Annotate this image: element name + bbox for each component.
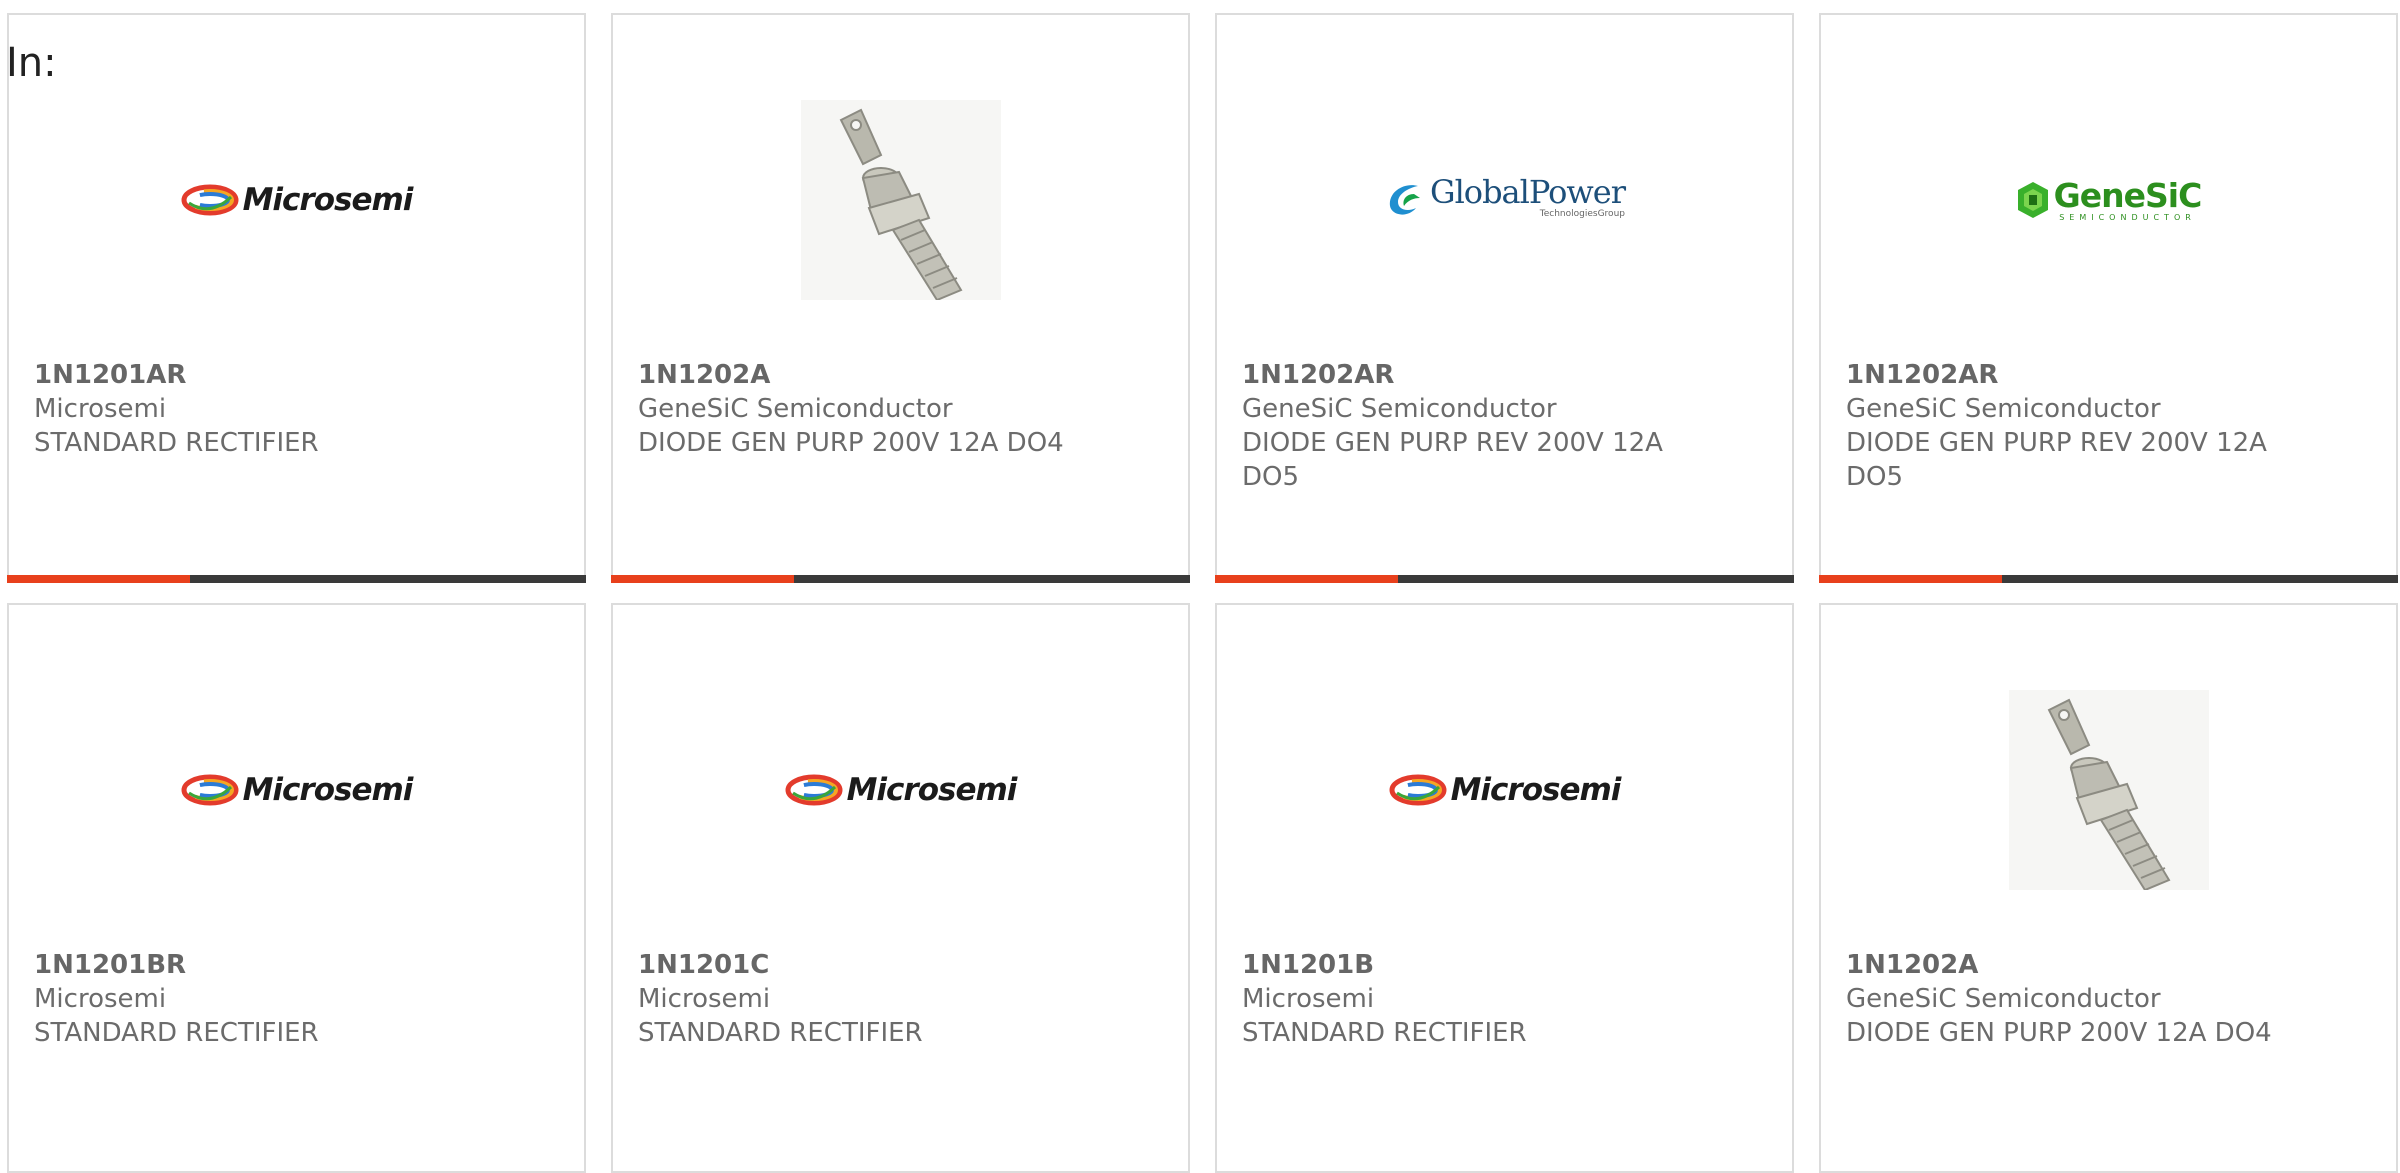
part-number[interactable]: 1N1202AR [1242,358,1672,392]
description: STANDARD RECTIFIER [638,1018,923,1048]
manufacturer: Microsemi [638,984,771,1014]
product-card[interactable]: Microsemi 1N1201C Microsemi STANDARD REC… [611,603,1190,1173]
part-number[interactable]: 1N1201BR [34,948,464,982]
part-number[interactable]: 1N1201C [638,948,1068,982]
microsemi-swirl-icon [181,774,239,806]
manufacturer: GeneSiC Semiconductor [1846,984,2161,1014]
description: DIODE GEN PURP 200V 12A DO4 [638,428,1064,458]
logo-text: Microsemi [846,772,1018,808]
microsemi-swirl-icon [785,774,843,806]
product-card[interactable]: GlobalPower TechnologiesGroup 1N1202AR G… [1215,13,1794,583]
product-card[interactable]: Microsemi 1N1201BR Microsemi STANDARD RE… [7,603,586,1173]
description: STANDARD RECTIFIER [34,428,319,458]
part-number[interactable]: 1N1201B [1242,948,1672,982]
part-number[interactable]: 1N1201AR [34,358,464,392]
logo-text: Microsemi [242,182,414,218]
genesic-logo: GeneSiC SEMICONDUCTOR [2016,175,2203,222]
product-grid: Microsemi 1N1201AR Microsemi STANDARD RE… [7,13,2398,1173]
description: STANDARD RECTIFIER [34,1018,319,1048]
genesic-hexagon-icon [2017,182,2048,218]
product-image[interactable]: Microsemi [9,665,584,915]
manufacturer: Microsemi [34,984,167,1014]
card-bar [1819,575,2398,583]
stud-diode-photo [2008,690,2209,890]
manufacturer: GeneSiC Semiconductor [1242,394,1557,424]
product-image[interactable] [613,75,1188,325]
product-image[interactable]: Microsemi [9,75,584,325]
product-card[interactable]: 1N1202A GeneSiC Semiconductor DIODE GEN … [1819,603,2398,1173]
logo-subtext: TechnologiesGroup [1539,208,1625,219]
product-image[interactable]: Microsemi [613,665,1188,915]
globalpower-swoosh-icon [1389,185,1420,215]
logo-tagline [1623,219,1625,226]
product-card[interactable]: GeneSiC SEMICONDUCTOR 1N1202AR GeneSiC S… [1819,13,2398,583]
part-number[interactable]: 1N1202A [1846,948,2276,982]
description: STANDARD RECTIFIER [1242,1018,1527,1048]
logo-text: GeneSiC [2053,175,2203,215]
description: DIODE GEN PURP REV 200V 12A DO5 [1846,428,2267,492]
card-bar [7,575,586,583]
product-image[interactable] [1821,665,2396,915]
microsemi-swirl-icon [1389,774,1447,806]
manufacturer: Microsemi [1242,984,1375,1014]
product-image[interactable]: GeneSiC SEMICONDUCTOR [1821,75,2396,325]
logo-subtext: SEMICONDUCTOR [2059,212,2196,222]
product-card[interactable]: Microsemi 1N1201B Microsemi STANDARD REC… [1215,603,1794,1173]
product-card[interactable]: Microsemi 1N1201AR Microsemi STANDARD RE… [7,13,586,583]
card-bar [611,575,1190,583]
product-image[interactable]: Microsemi [1217,665,1792,915]
microsemi-logo: Microsemi [785,772,1017,808]
globalpower-logo: GlobalPower TechnologiesGroup [1384,172,1626,226]
product-card[interactable]: 1N1202A GeneSiC Semiconductor DIODE GEN … [611,13,1190,583]
part-number[interactable]: 1N1202AR [1846,358,2276,392]
logo-text: Microsemi [242,772,414,808]
logo-text: GlobalPower [1430,172,1626,211]
microsemi-logo: Microsemi [181,182,413,218]
card-bar [1215,575,1794,583]
microsemi-logo: Microsemi [1389,772,1621,808]
manufacturer: GeneSiC Semiconductor [1846,394,2161,424]
logo-text: Microsemi [1450,772,1622,808]
microsemi-swirl-icon [181,184,239,216]
page-label: In: [6,40,57,86]
description: DIODE GEN PURP REV 200V 12A DO5 [1242,428,1663,492]
manufacturer: Microsemi [34,394,167,424]
microsemi-logo: Microsemi [181,772,413,808]
part-number[interactable]: 1N1202A [638,358,1068,392]
product-image[interactable]: GlobalPower TechnologiesGroup [1217,75,1792,325]
manufacturer: GeneSiC Semiconductor [638,394,953,424]
stud-diode-photo [800,100,1001,300]
description: DIODE GEN PURP 200V 12A DO4 [1846,1018,2272,1048]
